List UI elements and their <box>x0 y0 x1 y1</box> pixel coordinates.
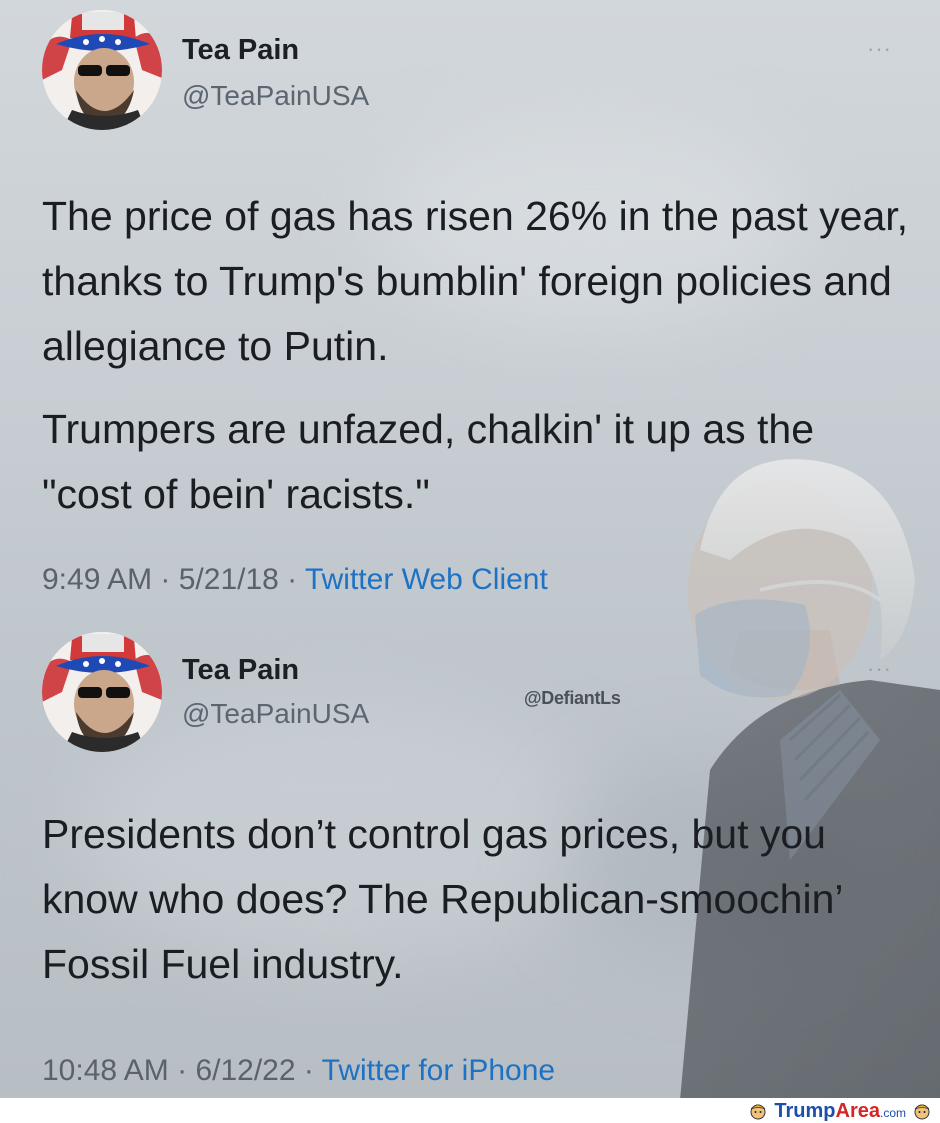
brand-wordmark: TrumpArea.com <box>774 1100 906 1123</box>
tweet-text-paragraph: The price of gas has risen 26% in the pa… <box>42 193 909 369</box>
background-figure-image <box>680 459 940 1098</box>
watermark-text: @DefiantLs <box>524 688 621 708</box>
display-name[interactable]: Tea Pain <box>182 34 299 67</box>
meta-separator: · <box>152 563 179 596</box>
tweet-time[interactable]: 9:49 AM <box>42 563 152 596</box>
meta-separator: · <box>295 1054 322 1087</box>
tweet-text-paragraph: Presidents don’t control gas prices, but… <box>42 811 842 987</box>
tweet-meta: 10:48 AM · 6/12/22 · Twitter for iPhone <box>42 1054 555 1088</box>
tweet-meta: 9:49 AM · 5/21/18 · Twitter Web Client <box>42 563 548 597</box>
avatar[interactable] <box>42 632 162 752</box>
trumparea-logo-icon <box>750 1104 766 1120</box>
user-handle[interactable]: @TeaPainUSA <box>182 80 369 112</box>
display-name[interactable]: Tea Pain <box>182 654 299 687</box>
tweet-source-link[interactable]: Twitter for iPhone <box>322 1054 555 1087</box>
user-handle[interactable]: @TeaPainUSA <box>182 698 369 730</box>
more-options-icon[interactable]: ··· <box>867 656 892 682</box>
meta-separator: · <box>168 1054 196 1087</box>
tweet-date[interactable]: 5/21/18 <box>179 563 279 596</box>
more-options-icon[interactable]: ··· <box>867 36 892 62</box>
meta-separator: · <box>278 563 305 596</box>
trumparea-brand[interactable]: TrumpArea.com <box>748 1100 932 1122</box>
trumparea-logo-icon <box>914 1104 930 1120</box>
tweet-date[interactable]: 6/12/22 <box>195 1054 295 1087</box>
brand-suffix: .com <box>879 1105 906 1120</box>
avatar[interactable] <box>42 10 162 130</box>
tweet-text-paragraph: Trumpers are unfazed, chalkin' it up as … <box>42 406 815 517</box>
site-footer: TrumpArea.com <box>0 1098 940 1123</box>
avatar-portrait-icon <box>42 632 162 752</box>
tweet-time[interactable]: 10:48 AM <box>42 1054 169 1087</box>
tweet-source-link[interactable]: Twitter Web Client <box>305 563 548 596</box>
screenshot-canvas: Tea Pain @TeaPainUSA ··· The price of ga… <box>0 0 940 1098</box>
avatar-portrait-icon <box>42 10 162 130</box>
brand-accent: Area <box>835 1099 880 1122</box>
brand-main: Trump <box>774 1099 836 1122</box>
